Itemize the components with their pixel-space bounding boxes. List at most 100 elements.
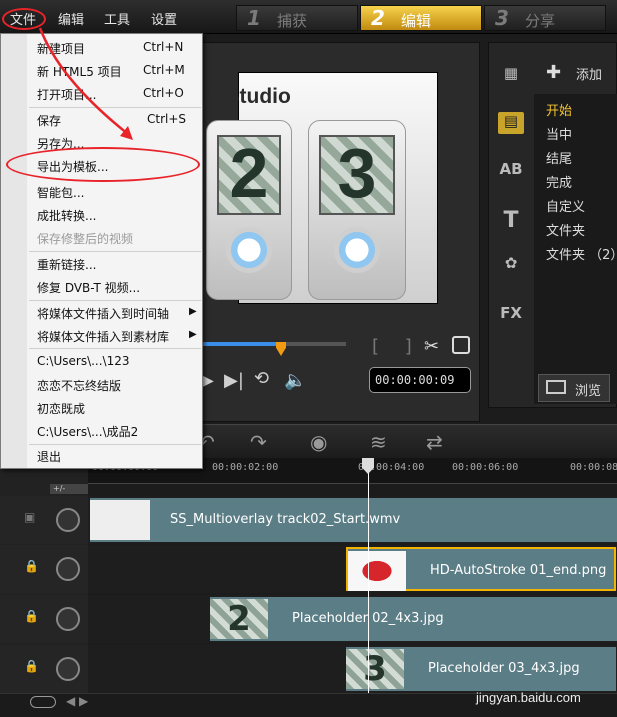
copy-icon[interactable]	[452, 336, 470, 354]
transition-icon[interactable]: ▤	[498, 112, 524, 134]
zoom-control[interactable]: +/-	[50, 484, 88, 494]
track-lock-icon[interactable]: 🔒	[24, 659, 39, 673]
film-reel-icon	[56, 657, 80, 681]
menu-repair-dvb[interactable]: 修复 DVB-T 视频...	[37, 279, 140, 296]
title-icon[interactable]: AB	[498, 160, 524, 182]
menu-batch-convert[interactable]: 成批转换...	[37, 207, 96, 224]
clip-thumbnail	[348, 551, 406, 591]
menu-insert-library[interactable]: 将媒体文件插入到素材库	[37, 328, 169, 345]
shortcut-open-project: Ctrl+O	[143, 86, 184, 100]
shortcut-save: Ctrl+S	[147, 112, 187, 126]
library-add-button[interactable]: 添加	[576, 64, 602, 83]
menu-separator	[29, 444, 201, 445]
file-dropdown-menu: 新建项目 Ctrl+N 新 HTML5 项目 Ctrl+M 打开项目... Ct…	[0, 33, 203, 469]
library-item-start[interactable]: 开始	[546, 100, 572, 119]
library-item-middle[interactable]: 当中	[546, 124, 572, 143]
clip-label: HD-AutoStroke 01_end.png	[430, 563, 607, 578]
film-reel-icon	[56, 557, 80, 581]
preview-tile-left: 2	[206, 120, 292, 300]
library-item-folder[interactable]: 文件夹	[546, 220, 585, 239]
timeline-clip[interactable]: 2 Placeholder 02_4x3.jpg	[210, 597, 617, 641]
menu-smart-package[interactable]: 智能包...	[37, 184, 84, 201]
timeline-clip[interactable]: SS_Multioverlay track02_Start.wmv	[90, 498, 617, 542]
menu-edit[interactable]: 编辑	[58, 9, 84, 28]
text-icon[interactable]: T	[498, 208, 524, 233]
export-annotation-ellipse	[6, 147, 200, 182]
tab-edit[interactable]: 2 编辑	[360, 5, 482, 31]
redo-icon[interactable]: ↷	[250, 430, 267, 454]
track-lane: SS_Multioverlay track02_Start.wmv	[88, 496, 617, 544]
menu-tools[interactable]: 工具	[104, 9, 130, 28]
timecode-display[interactable]: 00:00:00:09	[369, 367, 471, 393]
add-icon[interactable]: ✚	[546, 62, 561, 83]
menu-exit[interactable]: 退出	[37, 448, 61, 465]
zoom-fit-button[interactable]	[30, 696, 56, 708]
fx-icon[interactable]: FX	[498, 304, 524, 326]
menu-separator	[29, 300, 201, 301]
menu-bar: 文件 编辑 工具 设置 1 捕获 2 编辑 3 分享	[0, 0, 617, 34]
library-item-custom[interactable]: 自定义	[546, 196, 585, 215]
tile-digit-right: 3	[337, 134, 377, 212]
ruler-tick: 00:00:08	[570, 462, 617, 473]
track-header: 🔒	[0, 545, 88, 593]
menu-save[interactable]: 保存	[37, 112, 61, 129]
library-item-folder-2[interactable]: 文件夹 （2）	[546, 244, 617, 263]
timeline-clip[interactable]: 3 Placeholder 03_4x3.jpg	[346, 647, 616, 691]
menu-new-project[interactable]: 新建项目	[37, 40, 85, 57]
auto-music-icon[interactable]: ⇄	[426, 430, 443, 454]
scroll-arrows-icon[interactable]: ◀ ▶	[66, 694, 88, 708]
menu-open-project[interactable]: 打开项目...	[37, 86, 96, 103]
film-reel-icon	[56, 508, 80, 532]
menu-recent-3[interactable]: 初恋既成	[37, 400, 85, 417]
media-icon[interactable]: ▦	[498, 64, 524, 86]
record-icon[interactable]: ◉	[310, 430, 327, 454]
track-lock-icon[interactable]: 🔒	[24, 559, 39, 573]
tab-share-label: 分享	[525, 12, 556, 30]
submenu-arrow-icon: ▶	[189, 329, 197, 340]
library-folder-list: 开始 当中 结尾 完成 自定义 文件夹 文件夹 （2）	[534, 94, 617, 404]
menu-settings[interactable]: 设置	[151, 9, 177, 28]
library-item-end[interactable]: 结尾	[546, 148, 572, 167]
mark-in-out-icon[interactable]: [ ]	[372, 336, 422, 357]
track-lane: 3 Placeholder 03_4x3.jpg	[88, 645, 617, 693]
track-lane: HD-AutoStroke 01_end.png	[88, 545, 617, 593]
ruler-tick: 00:00:06:00	[452, 462, 519, 473]
video-track: ▣ SS_Multioverlay track02_Start.wmv	[0, 496, 617, 544]
shortcut-new-project: Ctrl+N	[143, 40, 184, 54]
clip-thumbnail	[90, 500, 150, 540]
menu-relink[interactable]: 重新链接...	[37, 256, 96, 273]
menu-insert-timeline[interactable]: 将媒体文件插入到时间轴	[37, 305, 169, 322]
graphic-icon[interactable]: ✿	[498, 254, 524, 276]
menu-new-html5[interactable]: 新 HTML5 项目	[37, 63, 122, 80]
shortcut-new-html5: Ctrl+M	[143, 63, 185, 77]
tab-capture[interactable]: 1 捕获	[236, 5, 358, 31]
track-lock-icon[interactable]: 🔒	[24, 609, 39, 623]
overlay-track: 🔒 HD-AutoStroke 01_end.png	[0, 545, 617, 593]
track-header: ▣	[0, 496, 88, 544]
preview-progress-bar[interactable]	[200, 342, 346, 346]
file-annotation-circle	[2, 8, 46, 30]
tab-capture-number: 1	[247, 6, 261, 30]
watermark: jingyan.baidu.com	[476, 690, 581, 705]
audio-mixer-icon[interactable]: ≋	[370, 430, 387, 454]
clip-label: SS_Multioverlay track02_Start.wmv	[170, 512, 401, 527]
track-visibility-icon[interactable]: ▣	[24, 510, 35, 524]
menu-recent-4[interactable]: C:\Users\...\成品2	[37, 423, 138, 440]
volume-icon[interactable]: 🔈	[284, 370, 306, 391]
library-item-complete[interactable]: 完成	[546, 172, 572, 191]
tab-share[interactable]: 3 分享	[484, 5, 606, 31]
submenu-arrow-icon: ▶	[189, 306, 197, 317]
menu-icon-gutter	[1, 34, 27, 468]
menu-recent-1[interactable]: C:\Users\...\123	[37, 354, 130, 368]
timeline-clip-selected[interactable]: HD-AutoStroke 01_end.png	[346, 547, 616, 591]
menu-recent-2[interactable]: 恋恋不忘终结版	[37, 377, 121, 394]
tab-edit-number: 2	[371, 6, 385, 30]
library-category-icons: ▦ ▤ AB T ✿ FX	[490, 54, 530, 408]
next-frame-icon[interactable]: ▶|	[224, 370, 244, 391]
ruler-tick: 00:00:02:00	[212, 462, 279, 473]
scissors-icon[interactable]: ✂	[424, 336, 439, 357]
preview-progress-fill	[200, 342, 278, 346]
repeat-icon[interactable]: ⟲	[254, 368, 269, 389]
overlay-track: 🔒 3 Placeholder 03_4x3.jpg	[0, 645, 617, 693]
track-header: 🔒	[0, 645, 88, 693]
